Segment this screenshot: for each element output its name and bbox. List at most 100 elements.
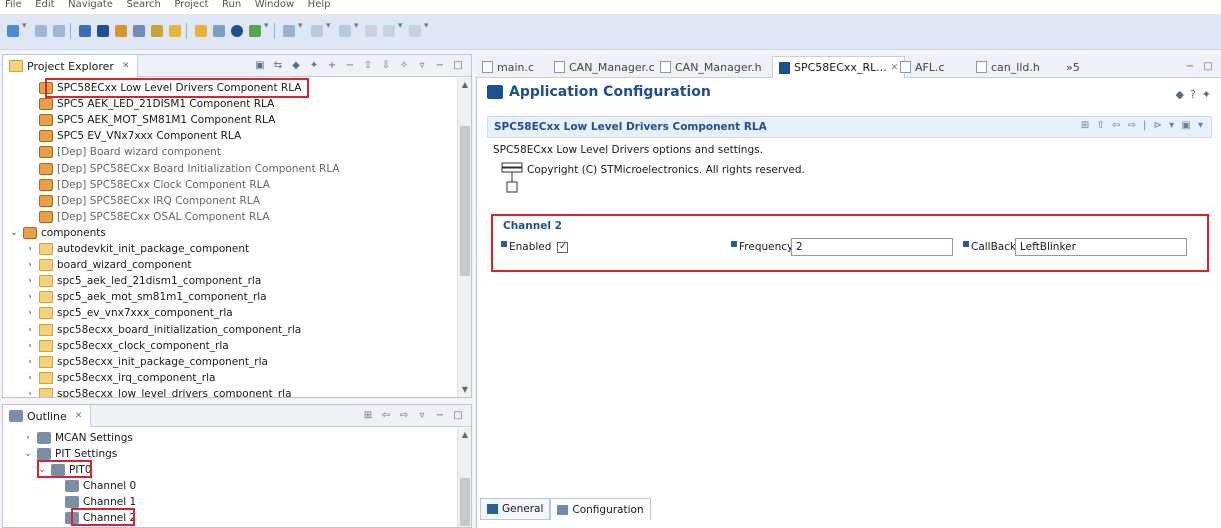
tree-item[interactable]: [Dep] SPC58ECxx Clock Component RLA: [25, 177, 270, 193]
pin-icon[interactable]: ✧: [397, 58, 411, 72]
chevron-down-icon[interactable]: ⌄: [23, 449, 33, 459]
scroll-thumb[interactable]: [460, 126, 470, 276]
tree-item[interactable]: › spc58ecxx_init_package_component_rla: [25, 354, 268, 370]
tab-project-explorer[interactable]: Project Explorer ✕: [3, 55, 139, 77]
scroll-thumb[interactable]: [460, 478, 470, 526]
chevron-right-icon[interactable]: ›: [25, 325, 35, 335]
outline-scrollbar[interactable]: ▲: [457, 428, 471, 527]
spc5-icon[interactable]: [94, 22, 112, 40]
tree-item[interactable]: [Dep] SPC58ECxx OSAL Component RLA: [25, 209, 270, 225]
menu-search[interactable]: Search: [121, 0, 165, 10]
tree-icon[interactable]: ⊞: [361, 408, 375, 422]
add-icon[interactable]: +: [325, 58, 339, 72]
tree-item[interactable]: › spc5_ev_vnx7xxx_component_rla: [25, 305, 233, 321]
maximize-icon[interactable]: □: [1201, 59, 1215, 73]
scroll-up-icon[interactable]: ▲: [458, 428, 472, 442]
chevron-down-icon[interactable]: ▾: [398, 21, 403, 31]
settings-icon[interactable]: [210, 22, 228, 40]
chevron-right-icon[interactable]: ›: [25, 292, 35, 302]
view-menu-icon[interactable]: ▿: [415, 408, 429, 422]
menu-file[interactable]: File: [0, 0, 27, 10]
remove-icon[interactable]: −: [343, 58, 357, 72]
wizard-icon[interactable]: ✦: [1202, 88, 1211, 101]
tree-item[interactable]: › autodevkit_init_package_component: [25, 241, 249, 257]
tree-item[interactable]: ⌄ components: [9, 225, 106, 241]
tree-item[interactable]: SPC5 AEK_MOT_SM81M1 Component RLA: [25, 112, 275, 128]
back-arrow-icon[interactable]: ⇦: [379, 408, 393, 422]
chevron-right-icon[interactable]: ›: [25, 357, 35, 367]
generate-icon[interactable]: [112, 22, 130, 40]
chevron-right-icon[interactable]: ›: [25, 244, 35, 254]
menu-navigate[interactable]: Navigate: [63, 0, 118, 10]
close-icon[interactable]: ✕: [122, 61, 130, 71]
tab-overflow[interactable]: »5: [1060, 56, 1086, 78]
tab-main-c[interactable]: main.c: [476, 56, 540, 78]
tab-configuration[interactable]: Configuration: [550, 498, 651, 520]
tree-item[interactable]: SPC5 EV_VNx7xxx Component RLA: [25, 128, 241, 144]
tree-item[interactable]: [Dep] SPC58ECxx Board Initialization Com…: [25, 161, 340, 177]
tree-item[interactable]: [Dep] SPC58ECxx IRQ Component RLA: [25, 193, 260, 209]
menu-run[interactable]: Run: [217, 0, 246, 10]
chevron-right-icon[interactable]: ›: [25, 389, 35, 397]
tree-item[interactable]: › spc58ecxx_board_initialization_componen…: [25, 322, 301, 338]
chevron-right-icon[interactable]: ›: [25, 308, 35, 318]
tree-item[interactable]: › board_wizard_component: [25, 257, 191, 273]
close-icon[interactable]: ✕: [75, 411, 83, 421]
menu-edit[interactable]: Edit: [30, 0, 59, 10]
chevron-right-icon[interactable]: ›: [25, 276, 35, 286]
maximize-icon[interactable]: □: [451, 408, 465, 422]
minimize-icon[interactable]: −: [433, 408, 447, 422]
chevron-down-icon[interactable]: ▾: [354, 21, 359, 31]
scroll-down-icon[interactable]: ▼: [458, 383, 472, 397]
help-icon[interactable]: ?: [1190, 88, 1196, 101]
tree-item[interactable]: › spc58ecxx_irq_component_rla: [25, 370, 215, 386]
gear-icon[interactable]: [148, 22, 166, 40]
flash-icon[interactable]: [166, 22, 184, 40]
menu-window[interactable]: Window: [250, 0, 299, 10]
chevron-down-icon[interactable]: ▾: [264, 21, 269, 31]
generate-icon[interactable]: ◆: [289, 58, 303, 72]
generate-icon[interactable]: ◆: [1175, 88, 1183, 101]
tree-item[interactable]: SPC5 AEK_LED_21DISM1 Component RLA: [25, 96, 274, 112]
move-up-icon[interactable]: ⇧: [361, 58, 375, 72]
section-toolbar[interactable]: ⊞ ⇧ ⇦ ⇨ | ⊳ ▾ ▣ ▾: [1081, 120, 1205, 131]
save-icon[interactable]: [32, 22, 50, 40]
new-icon[interactable]: [4, 22, 22, 40]
save-all-icon[interactable]: [50, 22, 68, 40]
menu-help[interactable]: Help: [303, 0, 336, 10]
chevron-down-icon[interactable]: ▾: [424, 21, 429, 31]
chevron-right-icon[interactable]: ›: [25, 373, 35, 383]
tab-general[interactable]: General: [480, 498, 551, 520]
link-editor-icon[interactable]: ⇆: [271, 58, 285, 72]
chevron-right-icon[interactable]: ›: [25, 341, 35, 351]
forward-arrow-icon[interactable]: [406, 22, 424, 40]
tab-can-manager-h[interactable]: CAN_Manager.h: [654, 56, 768, 78]
next-annotation-icon[interactable]: [308, 22, 326, 40]
chevron-down-icon[interactable]: ⌄: [9, 228, 19, 238]
tree-item[interactable]: › spc58ecxx_low_level_drivers_component_r…: [25, 386, 292, 397]
wizard-icon[interactable]: [130, 22, 148, 40]
wizard-icon[interactable]: ✦: [307, 58, 321, 72]
move-down-icon[interactable]: ⇩: [379, 58, 393, 72]
tree-item[interactable]: › spc5_aek_mot_sm81m1_component_rla: [25, 289, 267, 305]
tab-can-manager-c[interactable]: CAN_Manager.c: [548, 56, 661, 78]
scroll-up-icon[interactable]: ▲: [458, 78, 472, 92]
tab-outline[interactable]: Outline ✕: [3, 405, 92, 427]
chevron-right-icon[interactable]: ›: [25, 260, 35, 270]
chevron-down-icon[interactable]: ▾: [22, 21, 27, 31]
forward-arrow-icon[interactable]: ⇨: [397, 408, 411, 422]
menu-project[interactable]: Project: [169, 0, 213, 10]
outline-item[interactable]: › MCAN Settings: [23, 430, 133, 446]
tab-spc58ecxx-rla[interactable]: SPC58ECxx_RL... ✕: [772, 56, 906, 78]
minimize-icon[interactable]: −: [1183, 59, 1197, 73]
console-icon[interactable]: [76, 22, 94, 40]
chevron-down-icon[interactable]: ▾: [326, 21, 331, 31]
outline-item[interactable]: Channel 0: [51, 478, 136, 494]
tree-item[interactable]: › spc58ecxx_clock_component_rla: [25, 338, 229, 354]
project-explorer-scrollbar[interactable]: ▲ ▼: [457, 78, 471, 397]
minimize-icon[interactable]: −: [433, 58, 447, 72]
tab-afl-c[interactable]: AFL.c: [894, 56, 951, 78]
build-icon[interactable]: [192, 22, 210, 40]
tab-can-lld-h[interactable]: can_lld.h: [970, 56, 1046, 78]
collapse-all-icon[interactable]: ▣: [253, 58, 267, 72]
